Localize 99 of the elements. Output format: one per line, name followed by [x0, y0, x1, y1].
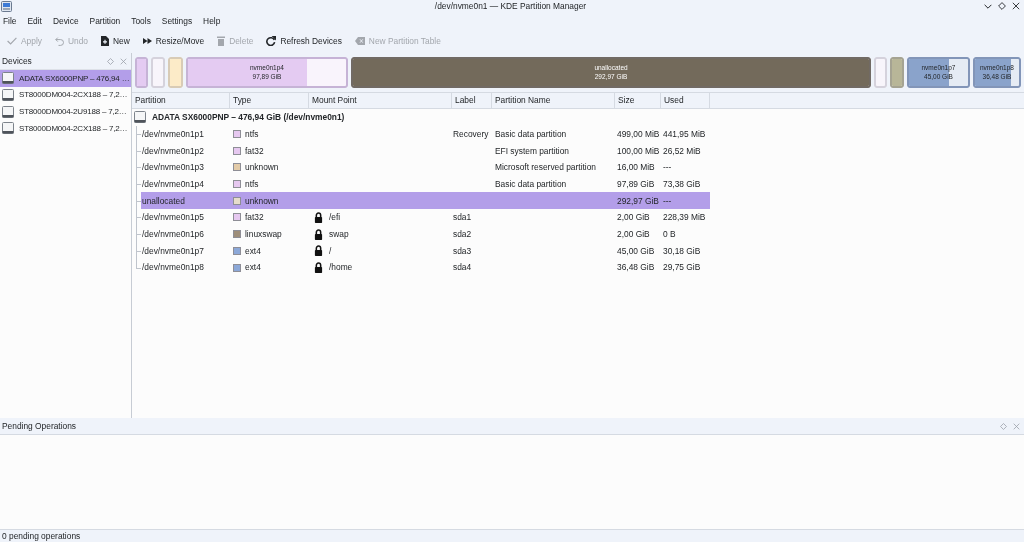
column-header[interactable]: Partition [132, 93, 230, 108]
partition-path: /dev/nvme0n1p2 [142, 145, 204, 156]
filesystem-type: linuxswap [245, 229, 282, 240]
column-header[interactable]: Type [230, 93, 309, 108]
column-header[interactable]: Size [615, 93, 661, 108]
trash-icon [217, 36, 226, 47]
partition-size: 292,97 GiB [617, 195, 659, 206]
column-header[interactable]: Partition Name [492, 93, 615, 108]
partition-size: 2,00 GiB [617, 229, 650, 240]
menu-item[interactable]: Tools [131, 15, 151, 27]
partition-size: 100,00 MiB [617, 145, 660, 156]
partition-row[interactable]: /dev/nvme0n1p4 ntfs Basic data partition 97,89 GiB 73,38 GiB [141, 175, 710, 193]
fast-forward-icon [142, 38, 152, 45]
menu-item[interactable]: Partition [89, 15, 121, 27]
close-icon[interactable] [1012, 2, 1020, 10]
menu-item[interactable]: File [3, 15, 17, 27]
filesystem-type: unknown [245, 162, 279, 173]
mount-point: swap [329, 229, 349, 240]
window-title: /dev/nvme0n1 — KDE Partition Manager [434, 0, 587, 12]
partition-row[interactable]: unallocated unknown 292,97 GiB --- [141, 192, 710, 210]
toolbar-button[interactable]: New [101, 36, 130, 47]
partition-size: 499,00 MiB [617, 129, 660, 140]
filesystem-type: fat32 [245, 212, 264, 223]
partition-row[interactable]: /dev/nvme0n1p6 linuxswap swap sda2 2,00 GiB 0 B [141, 225, 710, 243]
used-space: 26,52 MiB [663, 145, 701, 156]
float-icon[interactable] [1000, 422, 1007, 430]
partition-size: 16,00 MiB [617, 162, 655, 173]
backspace-icon [354, 37, 365, 46]
partition-row[interactable]: /dev/nvme0n1p7 ext4 / sda3 45,00 GiB 30,18 GiB [141, 242, 710, 260]
panel-title: Pending Operations [2, 420, 77, 432]
filesystem-type: fat32 [245, 145, 264, 156]
mount-point: / [329, 245, 332, 256]
disk-list-item[interactable]: ST8000DM004-2U9188 – 7,2… [0, 103, 131, 121]
filesystem-type: ext4 [245, 245, 261, 256]
partition-path: /dev/nvme0n1p3 [142, 162, 204, 173]
partition-size: 45,00 GiB [617, 245, 655, 256]
partition-label: sda4 [453, 262, 472, 273]
column-header[interactable]: Mount Point [309, 93, 452, 108]
partition-segment[interactable] [151, 57, 165, 88]
partition-path: /dev/nvme0n1p8 [142, 262, 204, 273]
partition-name: Basic data partition [495, 179, 567, 190]
partition-row[interactable]: /dev/nvme0n1p3 unknown Microsoft reserved partition 16,00 MiB --- [141, 159, 710, 176]
filesystem-type: ext4 [245, 262, 261, 273]
partition-row[interactable]: /dev/nvme0n1p2 fat32 EFI system partition 100,00 MiB 26,52 MiB [141, 142, 710, 160]
menu-item[interactable]: Settings [161, 15, 193, 27]
minimize-icon[interactable] [984, 3, 992, 9]
column-header[interactable]: Label [452, 93, 492, 108]
partition-label: sda3 [453, 245, 472, 256]
used-space: 441,95 MiB [663, 129, 706, 140]
partition-path: /dev/nvme0n1p5 [142, 212, 204, 223]
used-space: --- [663, 162, 672, 173]
disk-list-item[interactable]: ST8000DM004-2CX188 – 7,2… [0, 120, 131, 137]
partition-label: sda1 [453, 212, 472, 223]
toolbar-button[interactable]: Resize/Move [142, 36, 205, 47]
app-icon[interactable] [1, 0, 12, 12]
used-space: 228,39 MiB [663, 212, 706, 223]
partition-path: /dev/nvme0n1p6 [142, 229, 204, 240]
partition-segment[interactable] [874, 57, 887, 88]
disk-list-item[interactable]: ST8000DM004-2CX188 – 7,2… [0, 86, 131, 104]
partition-path: /dev/nvme0n1p7 [142, 245, 204, 256]
used-space: 29,75 GiB [663, 262, 701, 273]
mount-point: /home [329, 262, 353, 273]
partition-name: Microsoft reserved partition [495, 162, 596, 173]
partition-name: Basic data partition [495, 129, 567, 140]
status-text: 0 pending operations [2, 530, 81, 542]
filesystem-type: ntfs [245, 129, 259, 140]
partition-row[interactable]: /dev/nvme0n1p5 fat32 /efi sda1 2,00 GiB 228,39 MiB [141, 209, 710, 226]
disk-list-item[interactable]: ADATA SX6000PNP – 476,94 … [0, 70, 131, 87]
check-icon [7, 37, 17, 46]
partition-path: /dev/nvme0n1p1 [142, 129, 204, 140]
toolbar-button[interactable]: Refresh Devices [266, 36, 342, 47]
mount-point: /efi [329, 212, 341, 223]
partition-label: Recovery [453, 129, 489, 140]
menu-item[interactable]: Device [52, 15, 79, 27]
used-space: --- [663, 195, 672, 206]
partition-name: EFI system partition [495, 145, 569, 156]
partition-row[interactable]: /dev/nvme0n1p8 ext4 /home sda4 36,48 GiB 29,75 GiB [141, 259, 710, 276]
column-header[interactable]: Used [661, 93, 710, 108]
panel-title: Devices [2, 55, 32, 67]
maximize-icon[interactable] [998, 2, 1006, 10]
new-document-icon [101, 36, 109, 47]
partition-size: 97,89 GiB [617, 179, 655, 190]
partition-size: 2,00 GiB [617, 212, 650, 223]
filesystem-type: unknown [245, 195, 279, 206]
used-space: 0 B [663, 229, 676, 240]
device-row[interactable]: ADATA SX6000PNP – 476,94 GiB (/dev/nvme0n1) [132, 109, 710, 126]
partition-row[interactable]: /dev/nvme0n1p1 ntfs Recovery Basic data partition 499,00 MiB 441,95 MiB [141, 125, 710, 143]
undo-icon [54, 37, 64, 46]
float-icon[interactable] [107, 57, 114, 65]
partition-path: /dev/nvme0n1p4 [142, 179, 204, 190]
refresh-icon [266, 36, 277, 47]
partition-size: 36,48 GiB [617, 262, 655, 273]
filesystem-type: ntfs [245, 179, 259, 190]
partition-label: sda2 [453, 229, 472, 240]
used-space: 73,38 GiB [663, 179, 701, 190]
partition-path: unallocated [142, 195, 185, 206]
menu-item[interactable]: Help [203, 15, 221, 27]
used-space: 30,18 GiB [663, 245, 701, 256]
menu-item[interactable]: Edit [27, 15, 42, 27]
